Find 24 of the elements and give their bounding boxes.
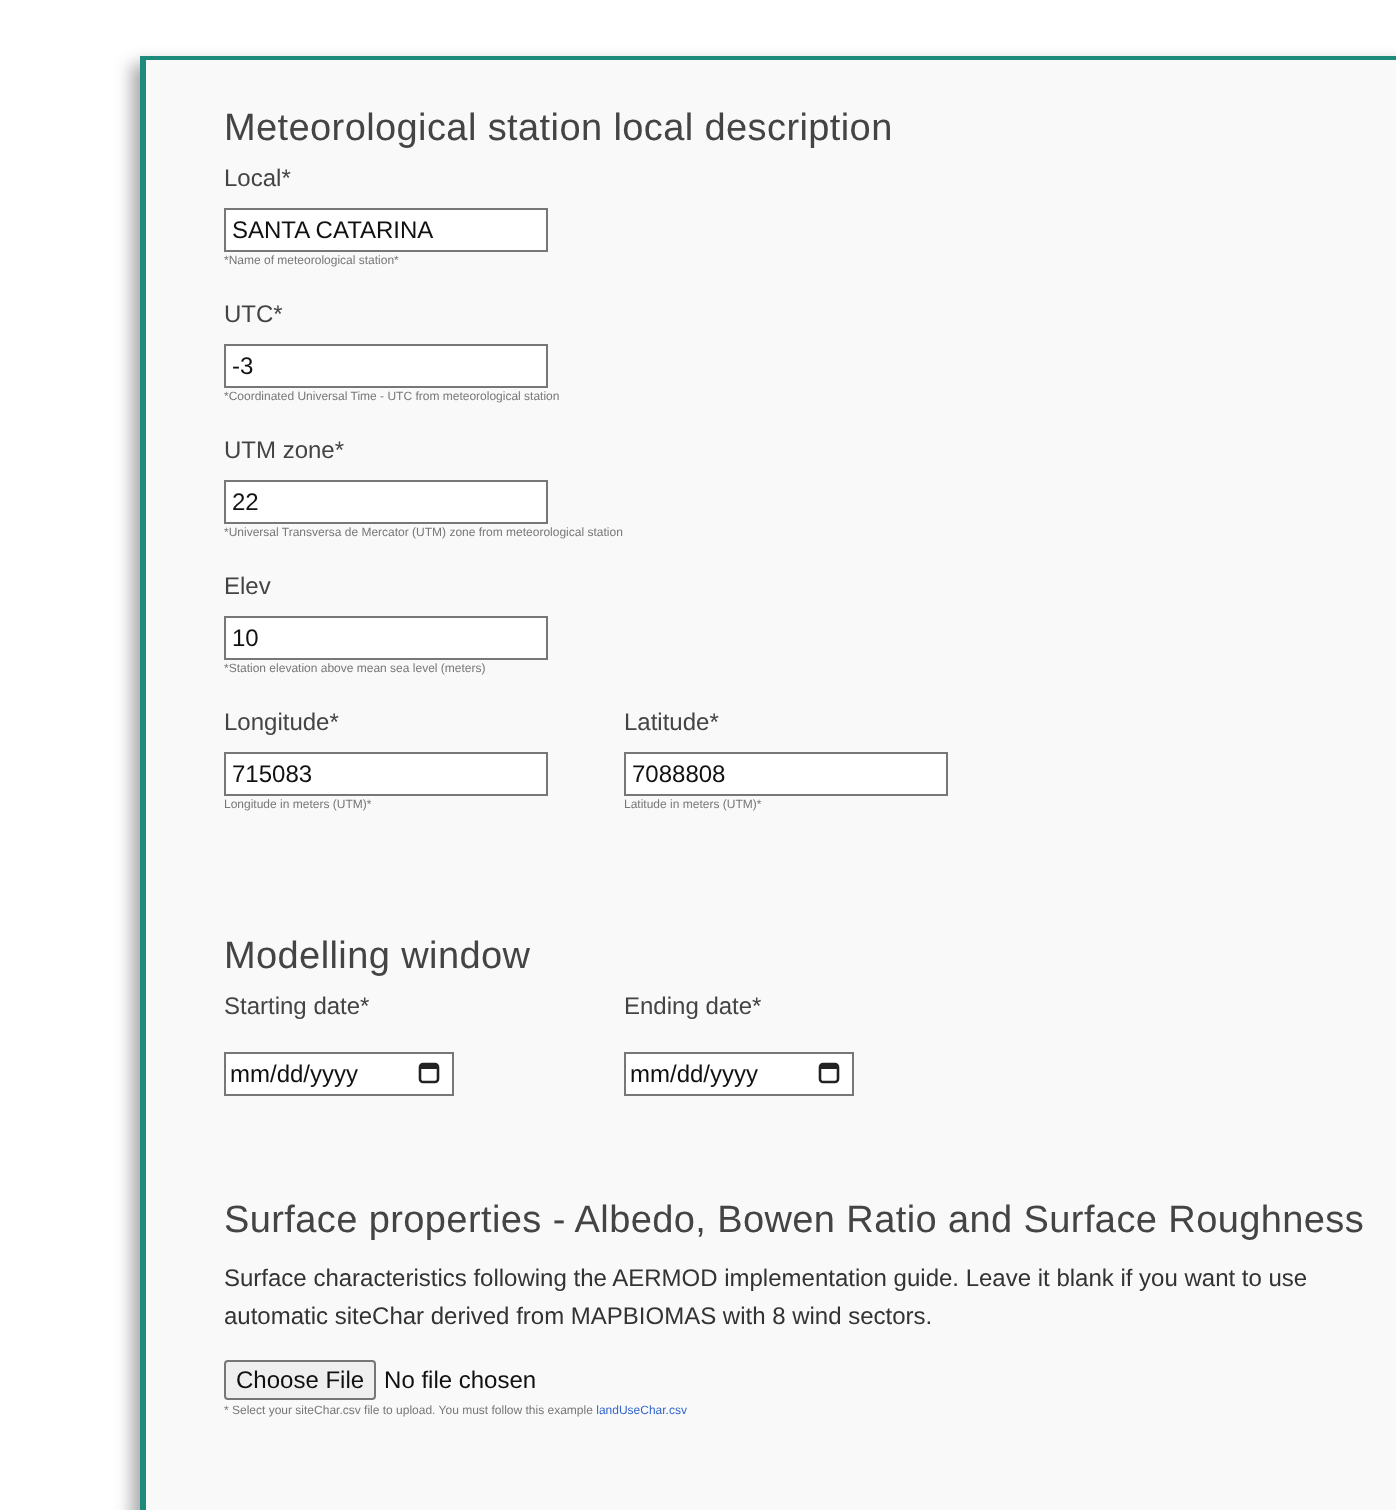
choose-file-button[interactable]: Choose File <box>224 1360 377 1400</box>
field-label: Ending date* <box>624 992 764 1020</box>
input-field[interactable]: SANTA CATARINA <box>224 208 548 252</box>
calendar-icon <box>818 1062 840 1084</box>
field-label: Elev <box>224 572 273 600</box>
input-field[interactable]: -3 <box>224 344 548 388</box>
input-field[interactable]: 10 <box>224 616 548 660</box>
date-field[interactable]: mm/dd/yyyy <box>624 1052 854 1096</box>
field-label: UTM zone* <box>224 436 347 464</box>
section-title: Modelling window <box>224 936 533 980</box>
input-field[interactable]: 7088808 <box>624 752 948 796</box>
file-status: No file chosen <box>384 1366 537 1394</box>
field-label: Longitude* <box>224 708 341 736</box>
field-label: Local* <box>224 164 293 192</box>
description-text: Surface characteristics following the AERMOD implementation guide. Leave it blank if you want to use automatic siteChar derived from MAPBIOMAS with 8 wind sectors. <box>224 1262 1310 1334</box>
field-label: Latitude* <box>624 708 721 736</box>
section-title: Surface properties - Albedo, Bowen Ratio and Surface Roughness <box>224 1200 1367 1244</box>
section-title: Meteorological station local description <box>224 108 895 152</box>
field-label: Starting date* <box>224 992 372 1020</box>
date-field[interactable]: mm/dd/yyyy <box>224 1052 454 1096</box>
field-label: UTC* <box>224 300 285 328</box>
input-field[interactable]: 22 <box>224 480 548 524</box>
calendar-icon <box>418 1062 440 1084</box>
input-field[interactable]: 715083 <box>224 752 548 796</box>
